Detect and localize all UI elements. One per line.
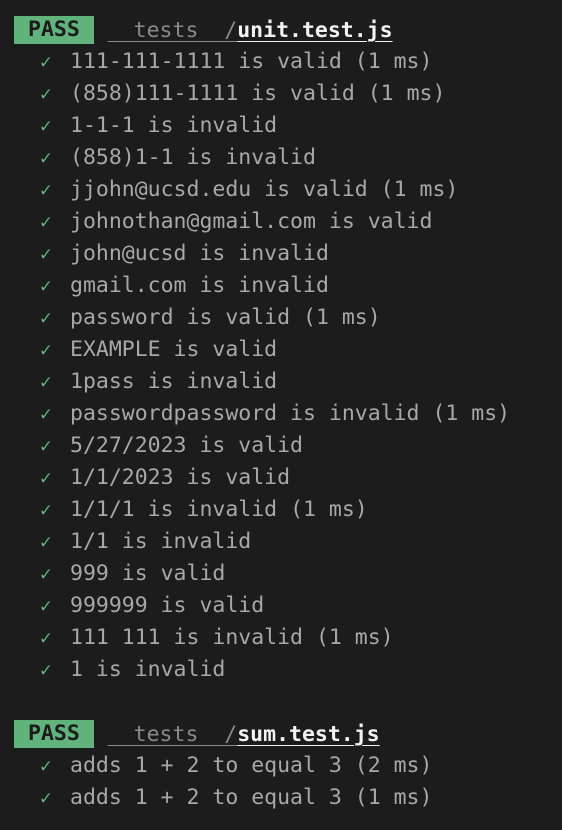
check-icon: ✓: [40, 627, 52, 649]
pass-badge: PASS: [14, 720, 94, 748]
test-result-row: ✓ passwordpassword is invalid (1 ms): [0, 398, 562, 430]
test-suite-sum: PASS __tests__/sum.test.js ✓ adds 1 + 2 t…: [0, 718, 562, 814]
test-name: password is valid: [70, 305, 291, 330]
check-icon: ✓: [40, 179, 52, 201]
test-name: johnothan@gmail.com is valid: [70, 209, 433, 234]
check-icon: ✓: [40, 531, 52, 553]
check-icon: ✓: [40, 787, 52, 809]
check-icon: ✓: [40, 755, 52, 777]
test-duration: (1 ms): [315, 625, 394, 650]
check-icon: ✓: [40, 563, 52, 585]
test-result-row: ✓ jjohn@ucsd.edu is valid (1 ms): [0, 174, 562, 206]
suite-path-dir: __tests__/: [107, 721, 238, 747]
test-name: EXAMPLE is valid: [70, 337, 278, 362]
test-duration: (2 ms): [354, 753, 433, 778]
test-result-row: ✓ 1/1 is invalid: [0, 526, 562, 558]
test-result-row: ✓ 1pass is invalid: [0, 366, 562, 398]
test-name: adds 1 + 2 to equal 3: [70, 753, 342, 778]
test-result-row: ✓ 111-111-1111 is valid (1 ms): [0, 46, 562, 78]
terminal-output: PASS __tests__/unit.test.js ✓ 111-111-111…: [0, 0, 562, 830]
test-duration: (1 ms): [380, 177, 459, 202]
check-icon: ✓: [40, 115, 52, 137]
test-result-row: ✓ john@ucsd is invalid: [0, 238, 562, 270]
test-result-row: ✓ 1 is invalid: [0, 654, 562, 686]
test-result-row: ✓ 111 111 is invalid (1 ms): [0, 622, 562, 654]
test-result-row: ✓ 1/1/1 is invalid (1 ms): [0, 494, 562, 526]
test-name: john@ucsd is invalid: [70, 241, 329, 266]
pass-badge: PASS: [14, 16, 94, 44]
check-icon: ✓: [40, 275, 52, 297]
suite-path-file: unit.test.js: [237, 17, 393, 43]
test-result-row: ✓ EXAMPLE is valid: [0, 334, 562, 366]
test-suite-unit: PASS __tests__/unit.test.js ✓ 111-111-111…: [0, 14, 562, 686]
check-icon: ✓: [40, 211, 52, 233]
check-icon: ✓: [40, 499, 52, 521]
test-duration: (1 ms): [303, 305, 381, 330]
test-name: passwordpassword is invalid: [70, 401, 420, 426]
check-icon: ✓: [40, 403, 52, 425]
test-duration: (1 ms): [290, 497, 368, 522]
test-list: ✓ adds 1 + 2 to equal 3 (2 ms) ✓ adds 1 + …: [0, 750, 562, 814]
test-name: adds 1 + 2 to equal 3: [70, 785, 342, 810]
check-icon: ✓: [40, 435, 52, 457]
check-icon: ✓: [40, 147, 52, 169]
test-name: 1pass is invalid: [70, 369, 278, 394]
test-result-row: ✓ password is valid (1 ms): [0, 302, 562, 334]
test-result-row: ✓ 1-1-1 is invalid: [0, 110, 562, 142]
check-icon: ✓: [40, 307, 52, 329]
test-name: 1/1 is invalid: [70, 529, 252, 554]
suite-header: PASS __tests__/sum.test.js: [0, 718, 562, 750]
test-result-row: ✓ adds 1 + 2 to equal 3 (2 ms): [0, 750, 562, 782]
suite-path-dir: __tests__/: [107, 17, 238, 43]
test-result-row: ✓ 999999 is valid: [0, 590, 562, 622]
test-name: 1/1/2023 is valid: [70, 465, 291, 490]
test-result-row: ✓ 5/27/2023 is valid: [0, 430, 562, 462]
test-result-row: ✓ (858)111-1111 is valid (1 ms): [0, 78, 562, 110]
test-result-row: ✓ 999 is valid: [0, 558, 562, 590]
test-name: 1/1/1 is invalid: [70, 497, 278, 522]
test-name: (858)111-1111 is valid: [70, 81, 355, 106]
test-name: jjohn@ucsd.edu is valid: [70, 177, 368, 202]
check-icon: ✓: [40, 51, 52, 73]
test-result-row: ✓ gmail.com is invalid: [0, 270, 562, 302]
test-result-row: ✓ johnothan@gmail.com is valid: [0, 206, 562, 238]
check-icon: ✓: [40, 467, 52, 489]
test-name: 999999 is valid: [70, 593, 265, 618]
suite-header: PASS __tests__/unit.test.js: [0, 14, 562, 46]
test-result-row: ✓ adds 1 + 2 to equal 3 (1 ms): [0, 782, 562, 814]
check-icon: ✓: [40, 83, 52, 105]
check-icon: ✓: [40, 339, 52, 361]
test-duration: (1 ms): [432, 401, 511, 426]
test-duration: (1 ms): [354, 785, 433, 810]
test-duration: (1 ms): [367, 81, 446, 106]
test-list: ✓ 111-111-1111 is valid (1 ms) ✓ (858)111-…: [0, 46, 562, 686]
suite-path-file: sum.test.js: [237, 721, 380, 747]
test-result-row: ✓ 1/1/2023 is valid: [0, 462, 562, 494]
test-duration: (1 ms): [354, 49, 433, 74]
test-name: 111-111-1111 is valid: [70, 49, 342, 74]
check-icon: ✓: [40, 659, 52, 681]
check-icon: ✓: [40, 243, 52, 265]
check-icon: ✓: [40, 595, 52, 617]
test-result-row: ✓ (858)1-1 is invalid: [0, 142, 562, 174]
test-name: (858)1-1 is invalid: [70, 145, 316, 170]
test-name: gmail.com is invalid: [70, 273, 329, 298]
check-icon: ✓: [40, 371, 52, 393]
test-name: 999 is valid: [70, 561, 226, 586]
test-name: 1-1-1 is invalid: [70, 113, 278, 138]
test-name: 111 111 is invalid: [70, 625, 303, 650]
test-name: 1 is invalid: [70, 657, 226, 682]
test-name: 5/27/2023 is valid: [70, 433, 303, 458]
